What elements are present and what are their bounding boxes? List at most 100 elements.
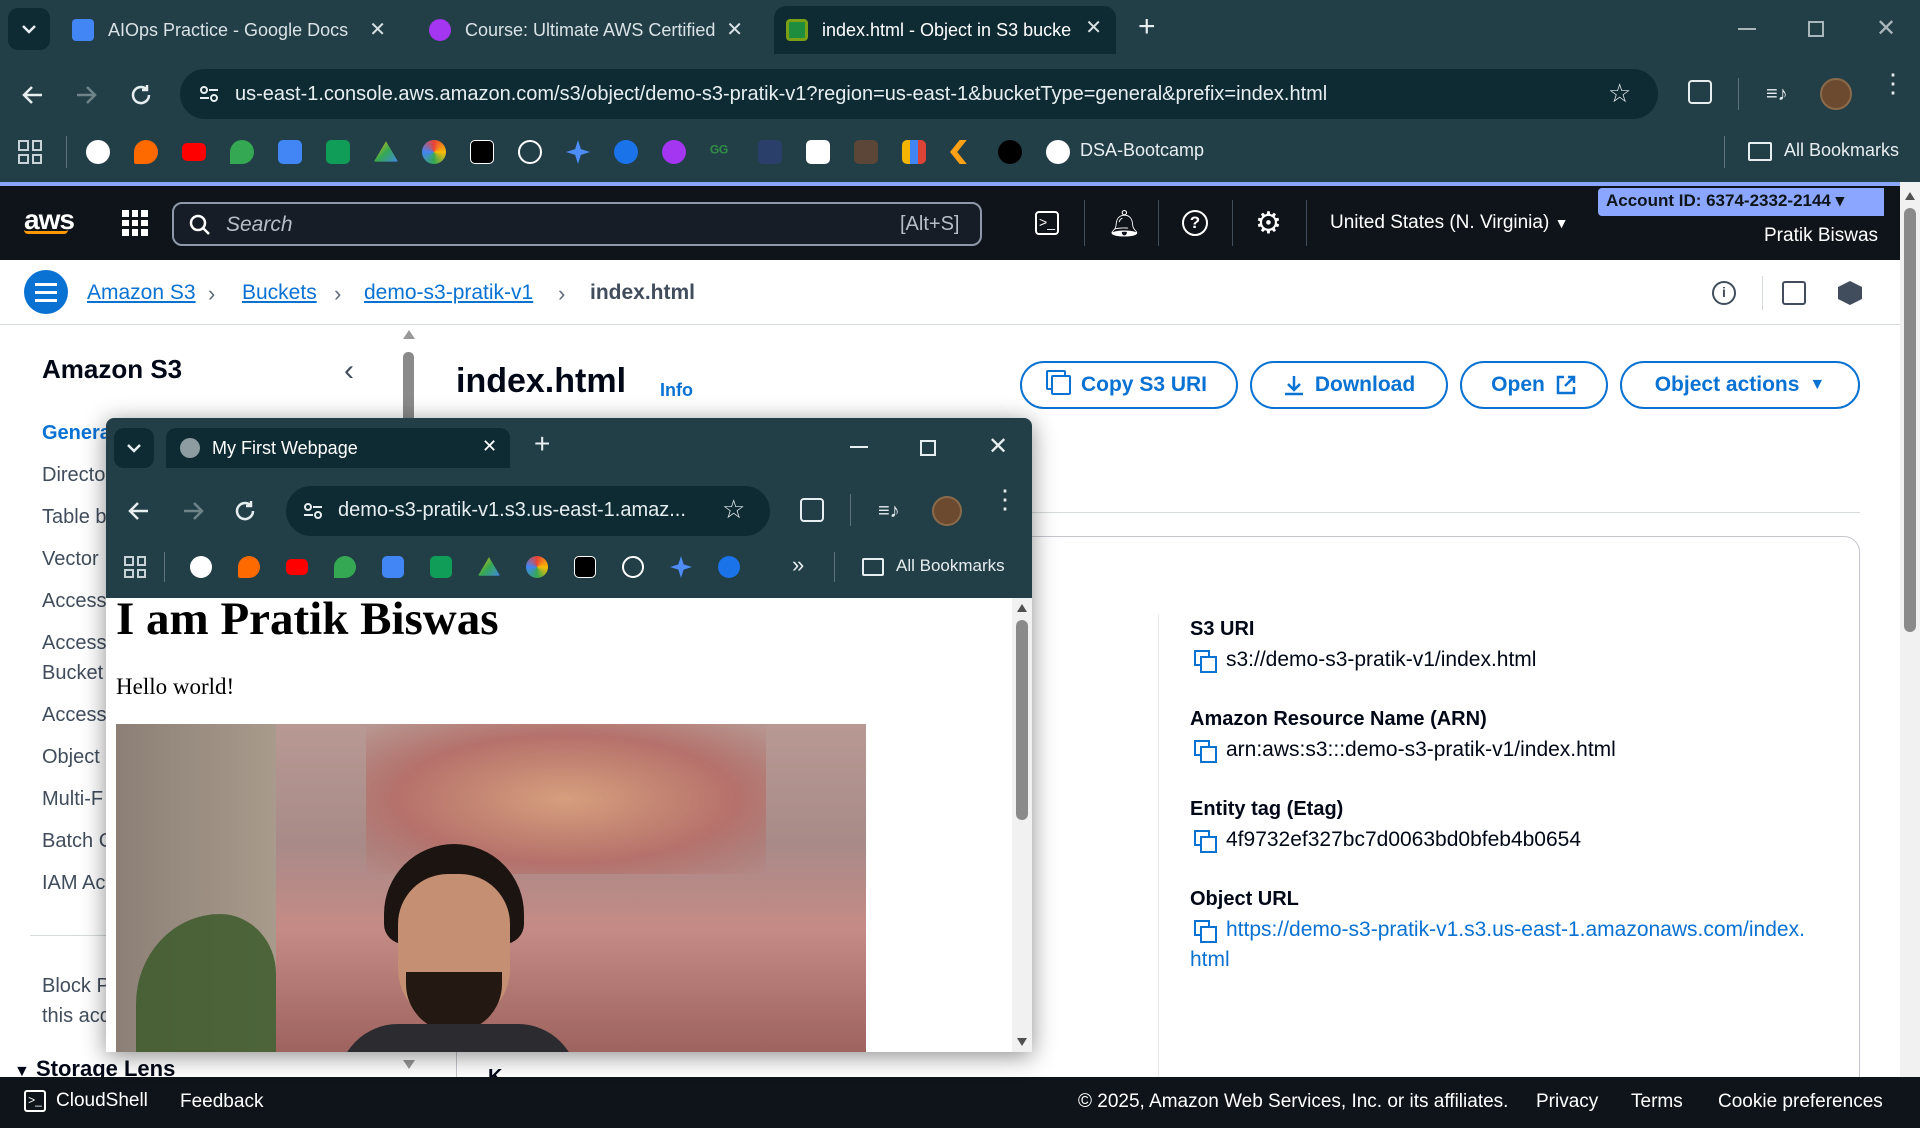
bookmark-star-icon[interactable]: ☆ bbox=[1608, 78, 1631, 109]
close-window-button[interactable]: ✕ bbox=[988, 432, 1008, 461]
minimize-window-button[interactable] bbox=[1738, 28, 1756, 30]
region-selector[interactable]: United States (N. Virginia) ▼ bbox=[1330, 212, 1568, 234]
bookmark-dsa-bootcamp[interactable]: DSA-Bootcamp bbox=[1080, 140, 1204, 161]
google-docs-icon[interactable] bbox=[278, 140, 302, 164]
cloudshell-button[interactable]: >_ CloudShell bbox=[24, 1090, 148, 1112]
copy-icon[interactable] bbox=[1194, 830, 1218, 854]
cc-bookmark-icon[interactable] bbox=[854, 140, 878, 164]
forward-arrow-icon[interactable] bbox=[73, 82, 99, 108]
cookie-preferences-link[interactable]: Cookie preferences bbox=[1718, 1091, 1883, 1113]
close-tab-icon[interactable]: ✕ bbox=[482, 436, 497, 457]
pw-bookmark-icon[interactable] bbox=[86, 140, 110, 164]
sidebar-item-table[interactable]: Table b bbox=[42, 506, 107, 529]
close-window-button[interactable]: ✕ bbox=[1876, 14, 1896, 43]
photos-icon[interactable] bbox=[422, 140, 446, 164]
reload-icon[interactable] bbox=[232, 498, 258, 524]
tab-udemy-course[interactable]: Course: Ultimate AWS Certified ✕ bbox=[417, 8, 757, 52]
youtube-icon[interactable] bbox=[286, 559, 308, 575]
more-bookmarks-chevron-icon[interactable]: » bbox=[792, 552, 804, 578]
sidebar-item-access-2[interactable]: Access bbox=[42, 632, 106, 655]
services-grid-icon[interactable] bbox=[122, 210, 148, 236]
apps-grid-icon[interactable] bbox=[18, 140, 42, 164]
tab-s3-object[interactable]: index.html - Object in S3 bucke ✕ bbox=[774, 6, 1116, 54]
gemini-icon[interactable] bbox=[566, 140, 590, 164]
tuf-icon[interactable] bbox=[998, 140, 1022, 164]
minimize-window-button[interactable] bbox=[850, 446, 868, 448]
leetcode-icon[interactable] bbox=[950, 140, 967, 164]
copy-s3-uri-button[interactable]: Copy S3 URI bbox=[1020, 361, 1238, 409]
hackerrank-icon[interactable] bbox=[806, 140, 830, 164]
c-bookmark-icon[interactable] bbox=[614, 140, 638, 164]
chatgpt-icon[interactable] bbox=[518, 140, 542, 164]
restore-window-button[interactable] bbox=[1808, 21, 1824, 37]
avatar[interactable] bbox=[1820, 78, 1852, 110]
geeksforgeeks-icon[interactable]: ᴳᴳ bbox=[710, 142, 734, 166]
gemini-icon[interactable] bbox=[670, 556, 692, 578]
open-button[interactable]: Open bbox=[1460, 361, 1608, 409]
info-circle-icon[interactable]: i bbox=[1712, 281, 1736, 305]
sidebar-item-access-1[interactable]: Access bbox=[42, 590, 106, 613]
perplexity-icon[interactable] bbox=[470, 140, 494, 164]
search-input[interactable]: Search [Alt+S] bbox=[172, 202, 982, 246]
sidebar-item-iam[interactable]: IAM Ac bbox=[42, 872, 105, 895]
tab-my-first-webpage[interactable]: My First Webpage ✕ bbox=[166, 428, 510, 468]
feedback-link[interactable]: Feedback bbox=[180, 1091, 263, 1113]
avatar[interactable] bbox=[932, 496, 962, 526]
sidebar-item-general[interactable]: Genera bbox=[42, 422, 111, 445]
close-tab-icon[interactable]: ✕ bbox=[726, 20, 743, 40]
flame-bookmark-icon[interactable] bbox=[134, 140, 158, 164]
udemy-icon[interactable] bbox=[662, 140, 686, 164]
copy-icon[interactable] bbox=[1194, 920, 1218, 944]
close-tab-icon[interactable]: ✕ bbox=[1085, 18, 1102, 38]
apps-grid-icon[interactable] bbox=[124, 556, 146, 578]
bar-chart-bookmark-icon[interactable] bbox=[902, 140, 926, 164]
page-scrollbar[interactable] bbox=[1900, 182, 1920, 1077]
maps-icon[interactable] bbox=[230, 140, 254, 164]
google-sheets-icon[interactable] bbox=[430, 556, 452, 578]
privacy-link[interactable]: Privacy bbox=[1536, 1091, 1598, 1113]
settings-gear-icon[interactable]: ⚙ bbox=[1255, 206, 1282, 241]
popup-browser-window[interactable]: My First Webpage ✕ + ✕ demo-s3-pratik-v1… bbox=[106, 418, 1032, 1052]
all-bookmarks-button[interactable]: All Bookmarks bbox=[896, 556, 1005, 576]
cloudshell-icon[interactable]: >_ bbox=[1035, 211, 1059, 235]
google-drive-icon[interactable] bbox=[478, 557, 500, 576]
tab-search-button[interactable] bbox=[8, 8, 50, 50]
panel-toggle-icon[interactable] bbox=[1782, 281, 1806, 305]
c-bookmark-icon[interactable] bbox=[718, 556, 740, 578]
collapse-sidebar-button[interactable]: ‹ bbox=[344, 354, 354, 388]
google-drive-icon[interactable] bbox=[374, 141, 398, 162]
breadcrumb-buckets[interactable]: Buckets bbox=[242, 281, 317, 305]
github-icon[interactable] bbox=[1046, 140, 1070, 164]
menu-toggle-button[interactable] bbox=[24, 270, 68, 314]
close-tab-icon[interactable]: ✕ bbox=[369, 20, 386, 40]
notifications-bell-icon[interactable]: 🔔︎ bbox=[1108, 208, 1141, 239]
sidebar-item-object[interactable]: Object bbox=[42, 746, 100, 769]
flame-bookmark-icon[interactable] bbox=[238, 556, 260, 578]
breadcrumb-bucket[interactable]: demo-s3-pratik-v1 bbox=[364, 281, 533, 305]
account-id-badge[interactable]: Account ID: 6374-2332-2144 ▾ bbox=[1598, 188, 1884, 216]
terms-link[interactable]: Terms bbox=[1631, 1091, 1683, 1113]
object-url-link-cont[interactable]: html bbox=[1190, 948, 1230, 972]
extensions-icon[interactable] bbox=[1688, 80, 1712, 104]
address-bar[interactable]: us-east-1.console.aws.amazon.com/s3/obje… bbox=[180, 69, 1658, 119]
download-button[interactable]: Download bbox=[1250, 361, 1448, 409]
object-url-link[interactable]: https://demo-s3-pratik-v1.s3.us-east-1.a… bbox=[1226, 918, 1805, 942]
back-arrow-icon[interactable] bbox=[20, 82, 46, 108]
help-icon[interactable]: ? bbox=[1182, 210, 1208, 236]
object-actions-dropdown[interactable]: Object actions ▼ bbox=[1620, 361, 1860, 409]
more-menu-icon[interactable]: ⋮ bbox=[992, 486, 1018, 512]
new-tab-button[interactable]: + bbox=[534, 428, 550, 460]
reload-icon[interactable] bbox=[128, 82, 154, 108]
youtube-icon[interactable] bbox=[182, 143, 206, 161]
sidebar-item-bucket[interactable]: Bucket bbox=[42, 662, 103, 685]
copy-icon[interactable] bbox=[1194, 740, 1218, 764]
perplexity-icon[interactable] bbox=[574, 556, 596, 578]
tab-search-button[interactable] bbox=[114, 428, 154, 468]
breadcrumb-amazon-s3[interactable]: Amazon S3 bbox=[87, 281, 196, 305]
popup-scrollbar[interactable] bbox=[1012, 598, 1032, 1052]
photos-icon[interactable] bbox=[526, 556, 548, 578]
sidebar-item-vector[interactable]: Vector bbox=[42, 548, 99, 571]
extensions-icon[interactable] bbox=[800, 498, 824, 522]
all-bookmarks-button[interactable]: All Bookmarks bbox=[1784, 140, 1899, 161]
pw-bookmark-icon[interactable] bbox=[190, 556, 212, 578]
